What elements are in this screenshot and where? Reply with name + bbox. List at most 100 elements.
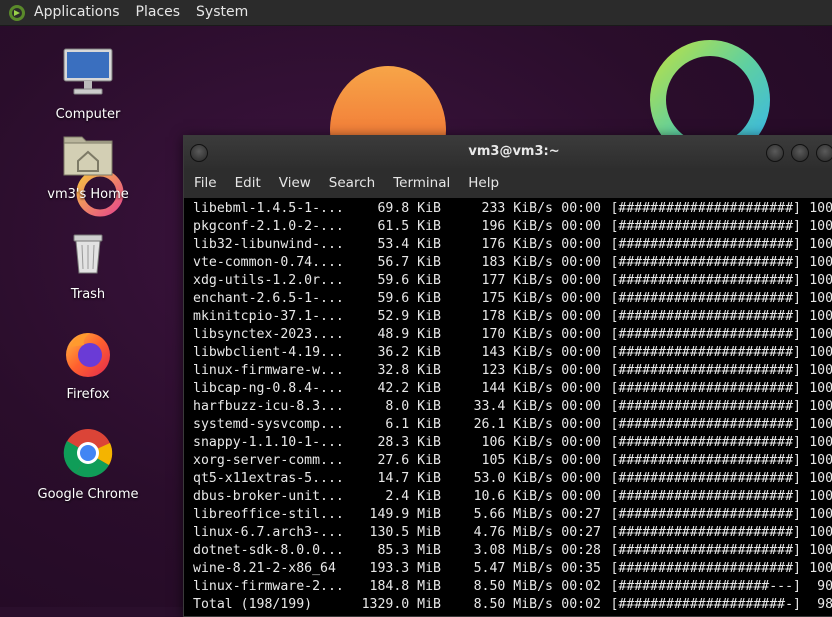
- progress-bar-text: [######################]: [610, 273, 801, 288]
- download-rate: 105 KiB/s: [481, 453, 553, 468]
- top-panel: Applications Places System: [0, 0, 832, 26]
- elapsed-time: 00:00: [561, 273, 601, 288]
- home-folder-icon: [63, 136, 113, 176]
- package-name: Total (198/199): [193, 597, 313, 612]
- package-size: 193.3 MiB: [369, 561, 441, 576]
- desktop-icon-chrome[interactable]: Google Chrome: [33, 425, 143, 502]
- elapsed-time: 00:00: [561, 291, 601, 306]
- menu-help[interactable]: Help: [460, 175, 507, 191]
- menu-edit[interactable]: Edit: [227, 175, 269, 191]
- download-rate: 106 KiB/s: [481, 435, 553, 450]
- close-icon[interactable]: [816, 144, 832, 162]
- package-name: snappy-1.1.10-1-...: [193, 435, 344, 450]
- package-name: linux-firmware-2...: [193, 579, 344, 594]
- elapsed-time: 00:27: [561, 525, 601, 540]
- elapsed-time: 00:00: [561, 255, 601, 270]
- download-row: libreoffice-stil... 149.9 MiB 5.66 MiB/s 00…: [193, 506, 832, 524]
- progress-bar-text: [######################]: [610, 255, 801, 270]
- package-name: linux-6.7.arch3-...: [193, 525, 344, 540]
- menu-terminal[interactable]: Terminal: [385, 175, 458, 191]
- download-rate: 144 KiB/s: [481, 381, 553, 396]
- elapsed-time: 00:00: [561, 453, 601, 468]
- menu-file[interactable]: File: [186, 175, 225, 191]
- download-row: wine-8.21-2-x86_64 193.3 MiB 5.47 MiB/s 00:…: [193, 560, 832, 578]
- window-menu-icon[interactable]: [190, 144, 208, 162]
- desktop-icon-computer[interactable]: Computer: [33, 45, 143, 122]
- download-rate: 4.76 MiB/s: [473, 525, 553, 540]
- elapsed-time: 00:00: [561, 471, 601, 486]
- progress-percent: 100%: [809, 309, 832, 324]
- terminal-output[interactable]: libebml-1.4.5-1-... 69.8 KiB 233 KiB/s 00:0…: [193, 200, 832, 616]
- desktop-icon-firefox[interactable]: Firefox: [33, 325, 143, 402]
- package-size: 36.2 KiB: [377, 345, 441, 360]
- progress-percent: 100%: [809, 291, 832, 306]
- progress-bar-text: [######################]: [610, 309, 801, 324]
- places-menu[interactable]: Places: [128, 0, 189, 25]
- computer-icon: [63, 48, 113, 95]
- package-size: 32.8 KiB: [377, 363, 441, 378]
- package-size: 85.3 MiB: [377, 543, 441, 558]
- progress-percent: 100%: [809, 525, 832, 540]
- terminal-window[interactable]: vm3@vm3:~ File Edit View Search Terminal…: [183, 135, 832, 617]
- package-size: 184.8 MiB: [369, 579, 441, 594]
- download-row: libcap-ng-0.8.4-... 42.2 KiB 144 KiB/s 00:0…: [193, 380, 832, 398]
- download-rate: 175 KiB/s: [481, 291, 553, 306]
- download-row: systemd-sysvcomp... 6.1 KiB 26.1 KiB/s 00:0…: [193, 416, 832, 434]
- elapsed-time: 00:35: [561, 561, 601, 576]
- download-row: linux-6.7.arch3-... 130.5 MiB 4.76 MiB/s 00…: [193, 524, 832, 542]
- desktop-icon-trash[interactable]: Trash: [33, 225, 143, 302]
- download-row: enchant-2.6.5-1-... 59.6 KiB 175 KiB/s 00:0…: [193, 290, 832, 308]
- progress-percent: 100%: [809, 327, 832, 342]
- progress-bar-text: [######################]: [610, 399, 801, 414]
- package-name: systemd-sysvcomp...: [193, 417, 344, 432]
- package-size: 2.4 KiB: [385, 489, 441, 504]
- chrome-label: Google Chrome: [37, 487, 139, 502]
- progress-bar-text: [######################]: [610, 417, 801, 432]
- package-name: enchant-2.6.5-1-...: [193, 291, 344, 306]
- progress-percent: 100%: [809, 489, 832, 504]
- progress-bar-text: [###################---]: [610, 579, 801, 594]
- package-size: 130.5 MiB: [369, 525, 441, 540]
- package-size: 59.6 KiB: [377, 291, 441, 306]
- system-menu[interactable]: System: [188, 0, 256, 25]
- package-size: 14.7 KiB: [377, 471, 441, 486]
- download-rate: 233 KiB/s: [481, 201, 553, 216]
- maximize-icon[interactable]: [791, 144, 809, 162]
- package-name: libsynctex-2023....: [193, 327, 344, 342]
- package-size: 6.1 KiB: [385, 417, 441, 432]
- applications-menu[interactable]: Applications: [26, 0, 128, 25]
- elapsed-time: 00:00: [561, 327, 601, 342]
- download-rate: 5.47 MiB/s: [473, 561, 553, 576]
- progress-bar-text: [######################]: [610, 489, 801, 504]
- download-rate: 5.66 MiB/s: [473, 507, 553, 522]
- download-row: xdg-utils-1.2.0r... 59.6 KiB 177 KiB/s 00:0…: [193, 272, 832, 290]
- firefox-icon: [66, 333, 110, 377]
- progress-bar-text: [######################]: [610, 471, 801, 486]
- progress-bar-text: [######################]: [610, 363, 801, 378]
- minimize-icon[interactable]: [766, 144, 784, 162]
- progress-bar-text: [######################]: [610, 219, 801, 234]
- mate-logo-icon[interactable]: [8, 4, 26, 22]
- desktop-icon-home[interactable]: vm3's Home: [33, 125, 143, 202]
- download-rate: 10.6 KiB/s: [473, 489, 553, 504]
- progress-percent: 90%: [817, 579, 832, 594]
- elapsed-time: 00:02: [561, 597, 601, 612]
- download-row: vte-common-0.74.... 56.7 KiB 183 KiB/s 00:0…: [193, 254, 832, 272]
- menu-search[interactable]: Search: [321, 175, 383, 191]
- chrome-icon: [63, 429, 113, 478]
- download-row: Total (198/199) 1329.0 MiB 8.50 MiB/s 00:02…: [193, 596, 832, 614]
- progress-percent: 100%: [809, 237, 832, 252]
- package-name: qt5-x11extras-5....: [193, 471, 344, 486]
- elapsed-time: 00:28: [561, 543, 601, 558]
- progress-percent: 100%: [809, 561, 832, 576]
- progress-percent: 100%: [809, 273, 832, 288]
- terminal-titlebar[interactable]: vm3@vm3:~: [184, 136, 832, 168]
- download-row: libsynctex-2023.... 48.9 KiB 170 KiB/s 00:0…: [193, 326, 832, 344]
- menu-view[interactable]: View: [271, 175, 319, 191]
- elapsed-time: 00:00: [561, 435, 601, 450]
- progress-percent: 100%: [809, 381, 832, 396]
- elapsed-time: 00:00: [561, 219, 601, 234]
- download-rate: 26.1 KiB/s: [473, 417, 553, 432]
- trash-icon: [73, 234, 103, 274]
- package-name: lib32-libunwind-...: [193, 237, 344, 252]
